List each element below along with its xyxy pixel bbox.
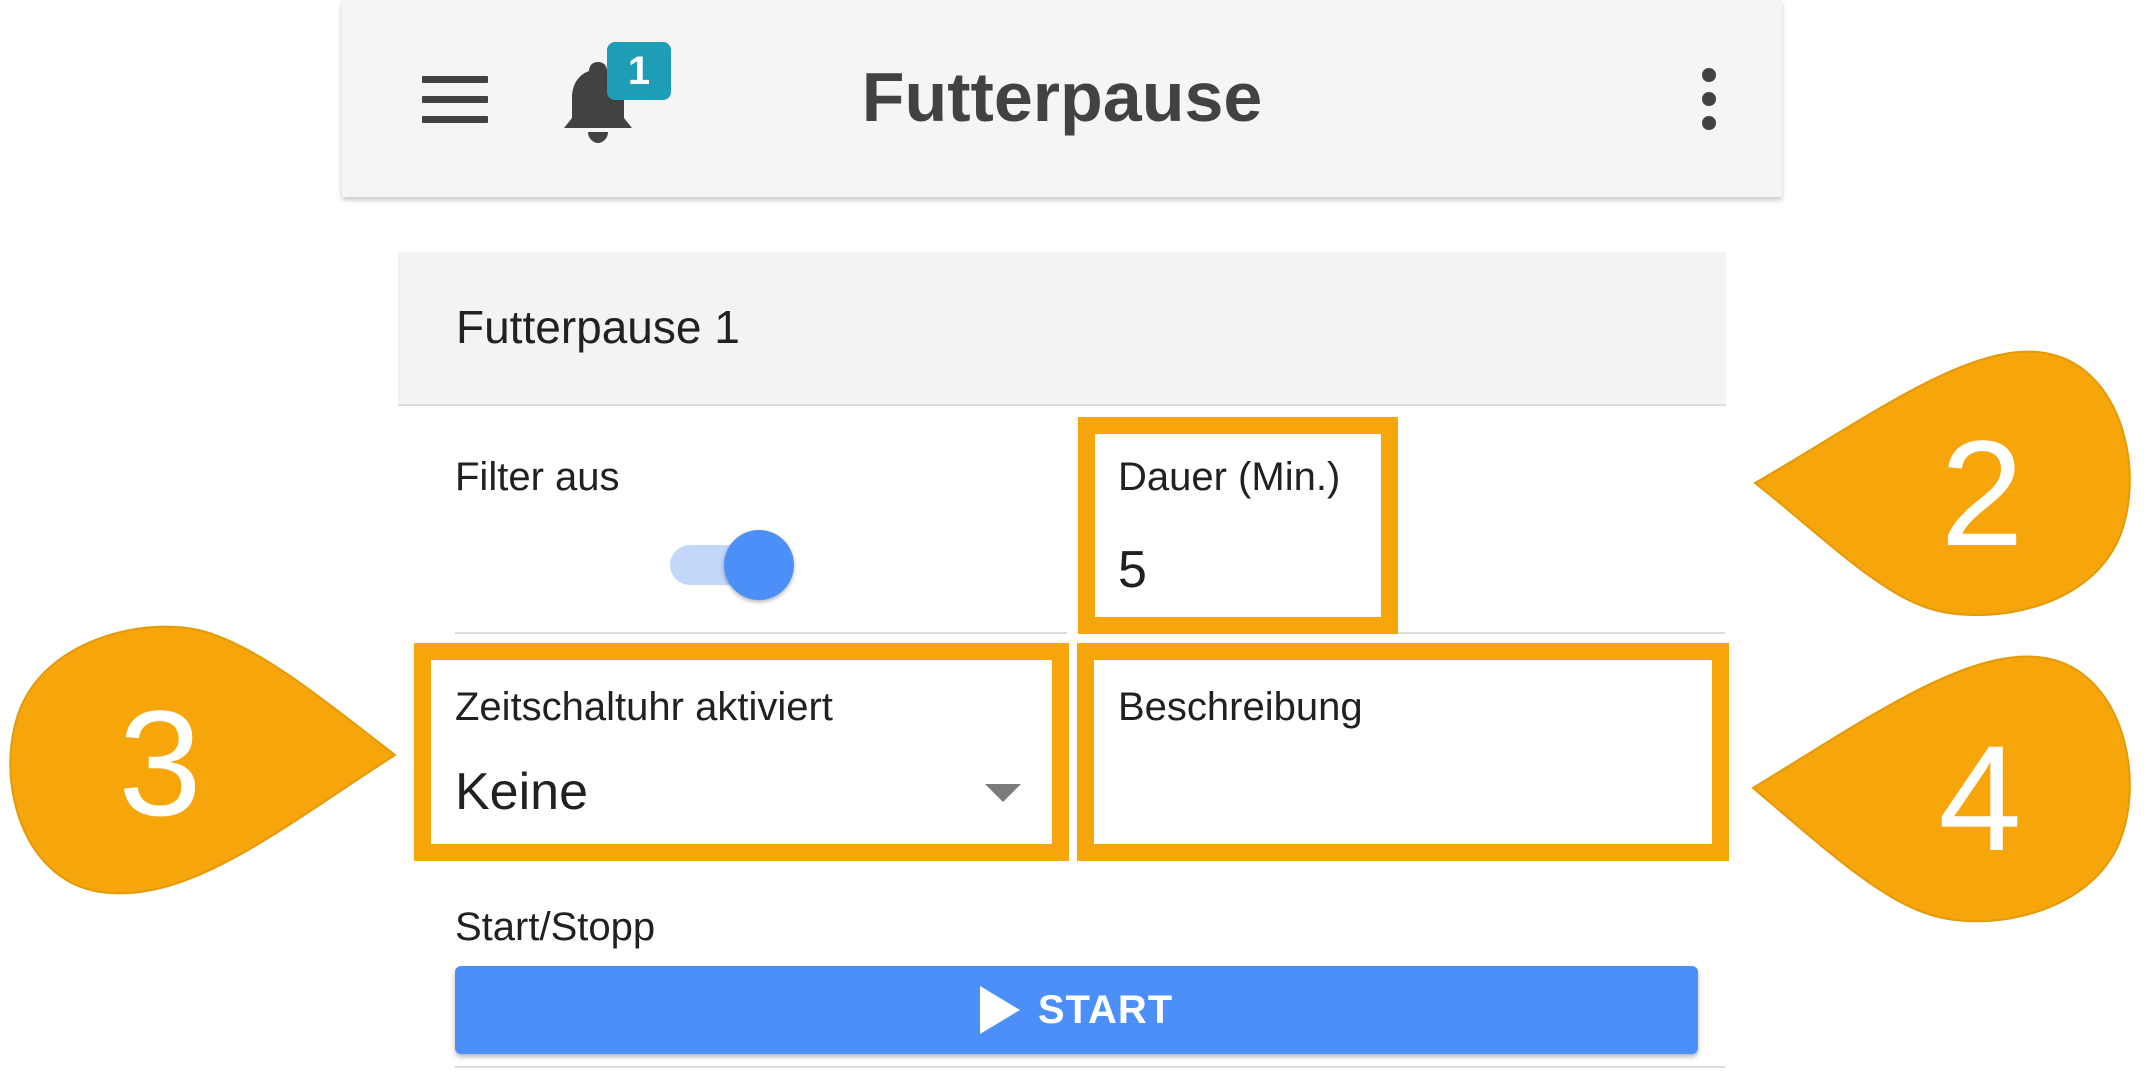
play-icon	[979, 986, 1020, 1034]
start-button-label: START	[1037, 987, 1174, 1032]
callout-3: 3	[9, 625, 397, 895]
toggle-thumb	[724, 530, 794, 600]
app-bar: 1 Futterpause	[342, 0, 1782, 197]
start-button[interactable]: START	[455, 966, 1698, 1054]
highlight-box-timer	[414, 643, 1069, 861]
card-title: Futterpause 1	[456, 301, 740, 353]
start-stop-label: Start/Stopp	[455, 905, 656, 949]
callout-number: 4	[1938, 714, 2021, 882]
divider	[455, 632, 1067, 634]
highlight-box-duration	[1078, 417, 1398, 634]
divider	[455, 1066, 1725, 1068]
more-vert-icon[interactable]	[1692, 68, 1726, 130]
filter-toggle[interactable]	[666, 530, 796, 600]
menu-icon[interactable]	[422, 76, 488, 124]
callout-number: 3	[118, 679, 201, 847]
page-title: Futterpause	[861, 58, 1263, 136]
callout-4: 4	[1751, 655, 2131, 923]
callout-2: 2	[1753, 350, 2131, 617]
notification-badge: 1	[607, 42, 671, 100]
card-header: Futterpause 1	[398, 252, 1726, 406]
highlight-box-description	[1077, 643, 1729, 861]
filter-label: Filter aus	[455, 455, 620, 499]
callout-number: 2	[1940, 409, 2023, 577]
